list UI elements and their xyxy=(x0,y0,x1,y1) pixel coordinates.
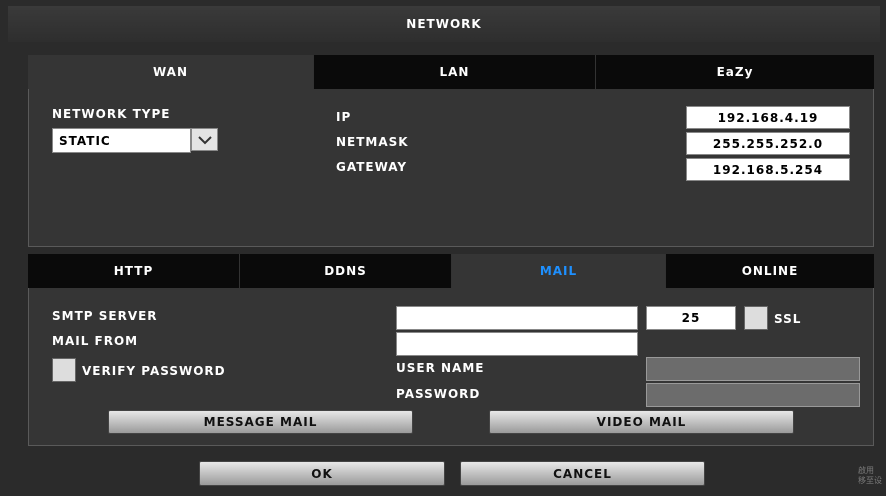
activation-watermark: 啟用 移至设 xyxy=(858,466,882,486)
sub-tab-bar: HTTP DDNS MAIL ONLINE xyxy=(28,254,874,288)
top-tab-bar: WAN LAN EaZy xyxy=(28,55,874,89)
video-mail-button[interactable]: VIDEO MAIL xyxy=(489,410,794,434)
ssl-label: SSL xyxy=(774,312,802,326)
smtp-port-field[interactable]: 25 xyxy=(646,306,736,330)
user-name-label: USER NAME xyxy=(396,361,485,375)
netmask-field[interactable]: 255.255.252.0 xyxy=(686,132,850,155)
network-type-label: NETWORK TYPE xyxy=(52,107,171,121)
cancel-button[interactable]: CANCEL xyxy=(460,461,705,486)
password-field[interactable] xyxy=(646,383,860,407)
watermark-line-1: 啟用 xyxy=(858,466,874,475)
ip-label: IP xyxy=(336,110,352,124)
gateway-field[interactable]: 192.168.5.254 xyxy=(686,158,850,181)
ip-field[interactable]: 192.168.4.19 xyxy=(686,106,850,129)
tab-lan[interactable]: LAN xyxy=(314,55,596,89)
tab-ddns[interactable]: DDNS xyxy=(240,254,452,288)
tab-mail[interactable]: MAIL xyxy=(452,254,666,288)
user-name-field[interactable] xyxy=(646,357,860,381)
chevron-down-icon[interactable] xyxy=(191,128,218,151)
network-type-select[interactable]: STATIC xyxy=(52,128,218,153)
smtp-server-label: SMTP SERVER xyxy=(52,309,158,323)
window-title: NETWORK xyxy=(8,6,880,42)
message-mail-button[interactable]: MESSAGE MAIL xyxy=(108,410,413,434)
tab-wan[interactable]: WAN xyxy=(28,55,314,89)
network-type-value: STATIC xyxy=(52,128,192,153)
netmask-label: NETMASK xyxy=(336,135,409,149)
tab-online[interactable]: ONLINE xyxy=(666,254,874,288)
verify-password-checkbox[interactable] xyxy=(52,358,76,382)
ok-button[interactable]: OK xyxy=(199,461,445,486)
gateway-label: GATEWAY xyxy=(336,160,408,174)
mail-from-field[interactable] xyxy=(396,332,638,356)
smtp-server-field[interactable] xyxy=(396,306,638,330)
verify-password-label: VERIFY PASSWORD xyxy=(82,364,226,378)
mail-from-label: MAIL FROM xyxy=(52,334,139,348)
password-label: PASSWORD xyxy=(396,387,481,401)
tab-http[interactable]: HTTP xyxy=(28,254,240,288)
tab-eazy[interactable]: EaZy xyxy=(596,55,874,89)
ssl-checkbox[interactable] xyxy=(744,306,768,330)
watermark-line-2: 移至设 xyxy=(858,476,882,485)
